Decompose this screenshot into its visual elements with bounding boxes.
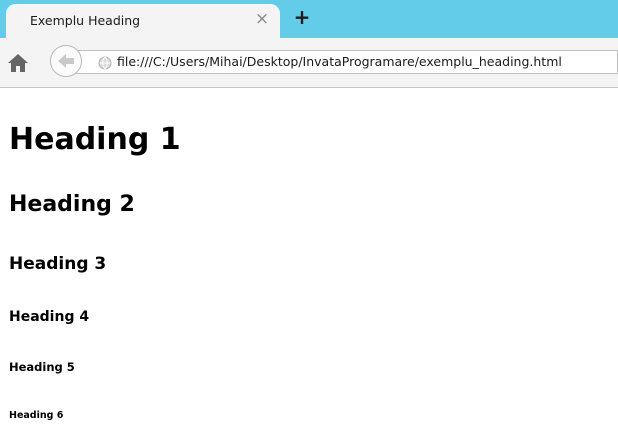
heading-2: Heading 2 <box>9 192 135 217</box>
globe-icon[interactable] <box>98 55 112 70</box>
tab-strip: Exemplu Heading × + <box>0 0 618 38</box>
tab-exemplu-heading[interactable]: Exemplu Heading × <box>6 4 280 38</box>
heading-3: Heading 3 <box>9 254 107 274</box>
heading-6: Heading 6 <box>9 410 64 421</box>
back-arrow-icon <box>58 54 74 68</box>
page-content: Heading 1 Heading 2 Heading 3 Heading 4 … <box>0 88 618 446</box>
new-tab-button[interactable]: + <box>292 7 312 28</box>
heading-4: Heading 4 <box>9 309 90 325</box>
heading-1: Heading 1 <box>9 122 181 157</box>
url-text[interactable]: file:///C:/Users/Mihai/Desktop/InvataPro… <box>117 54 562 69</box>
home-icon[interactable] <box>6 52 30 74</box>
heading-5: Heading 5 <box>9 360 75 374</box>
close-icon[interactable]: × <box>254 11 270 28</box>
navigation-toolbar: file:///C:/Users/Mihai/Desktop/InvataPro… <box>0 38 618 88</box>
back-button[interactable] <box>50 45 82 77</box>
tab-title: Exemplu Heading <box>30 13 141 28</box>
